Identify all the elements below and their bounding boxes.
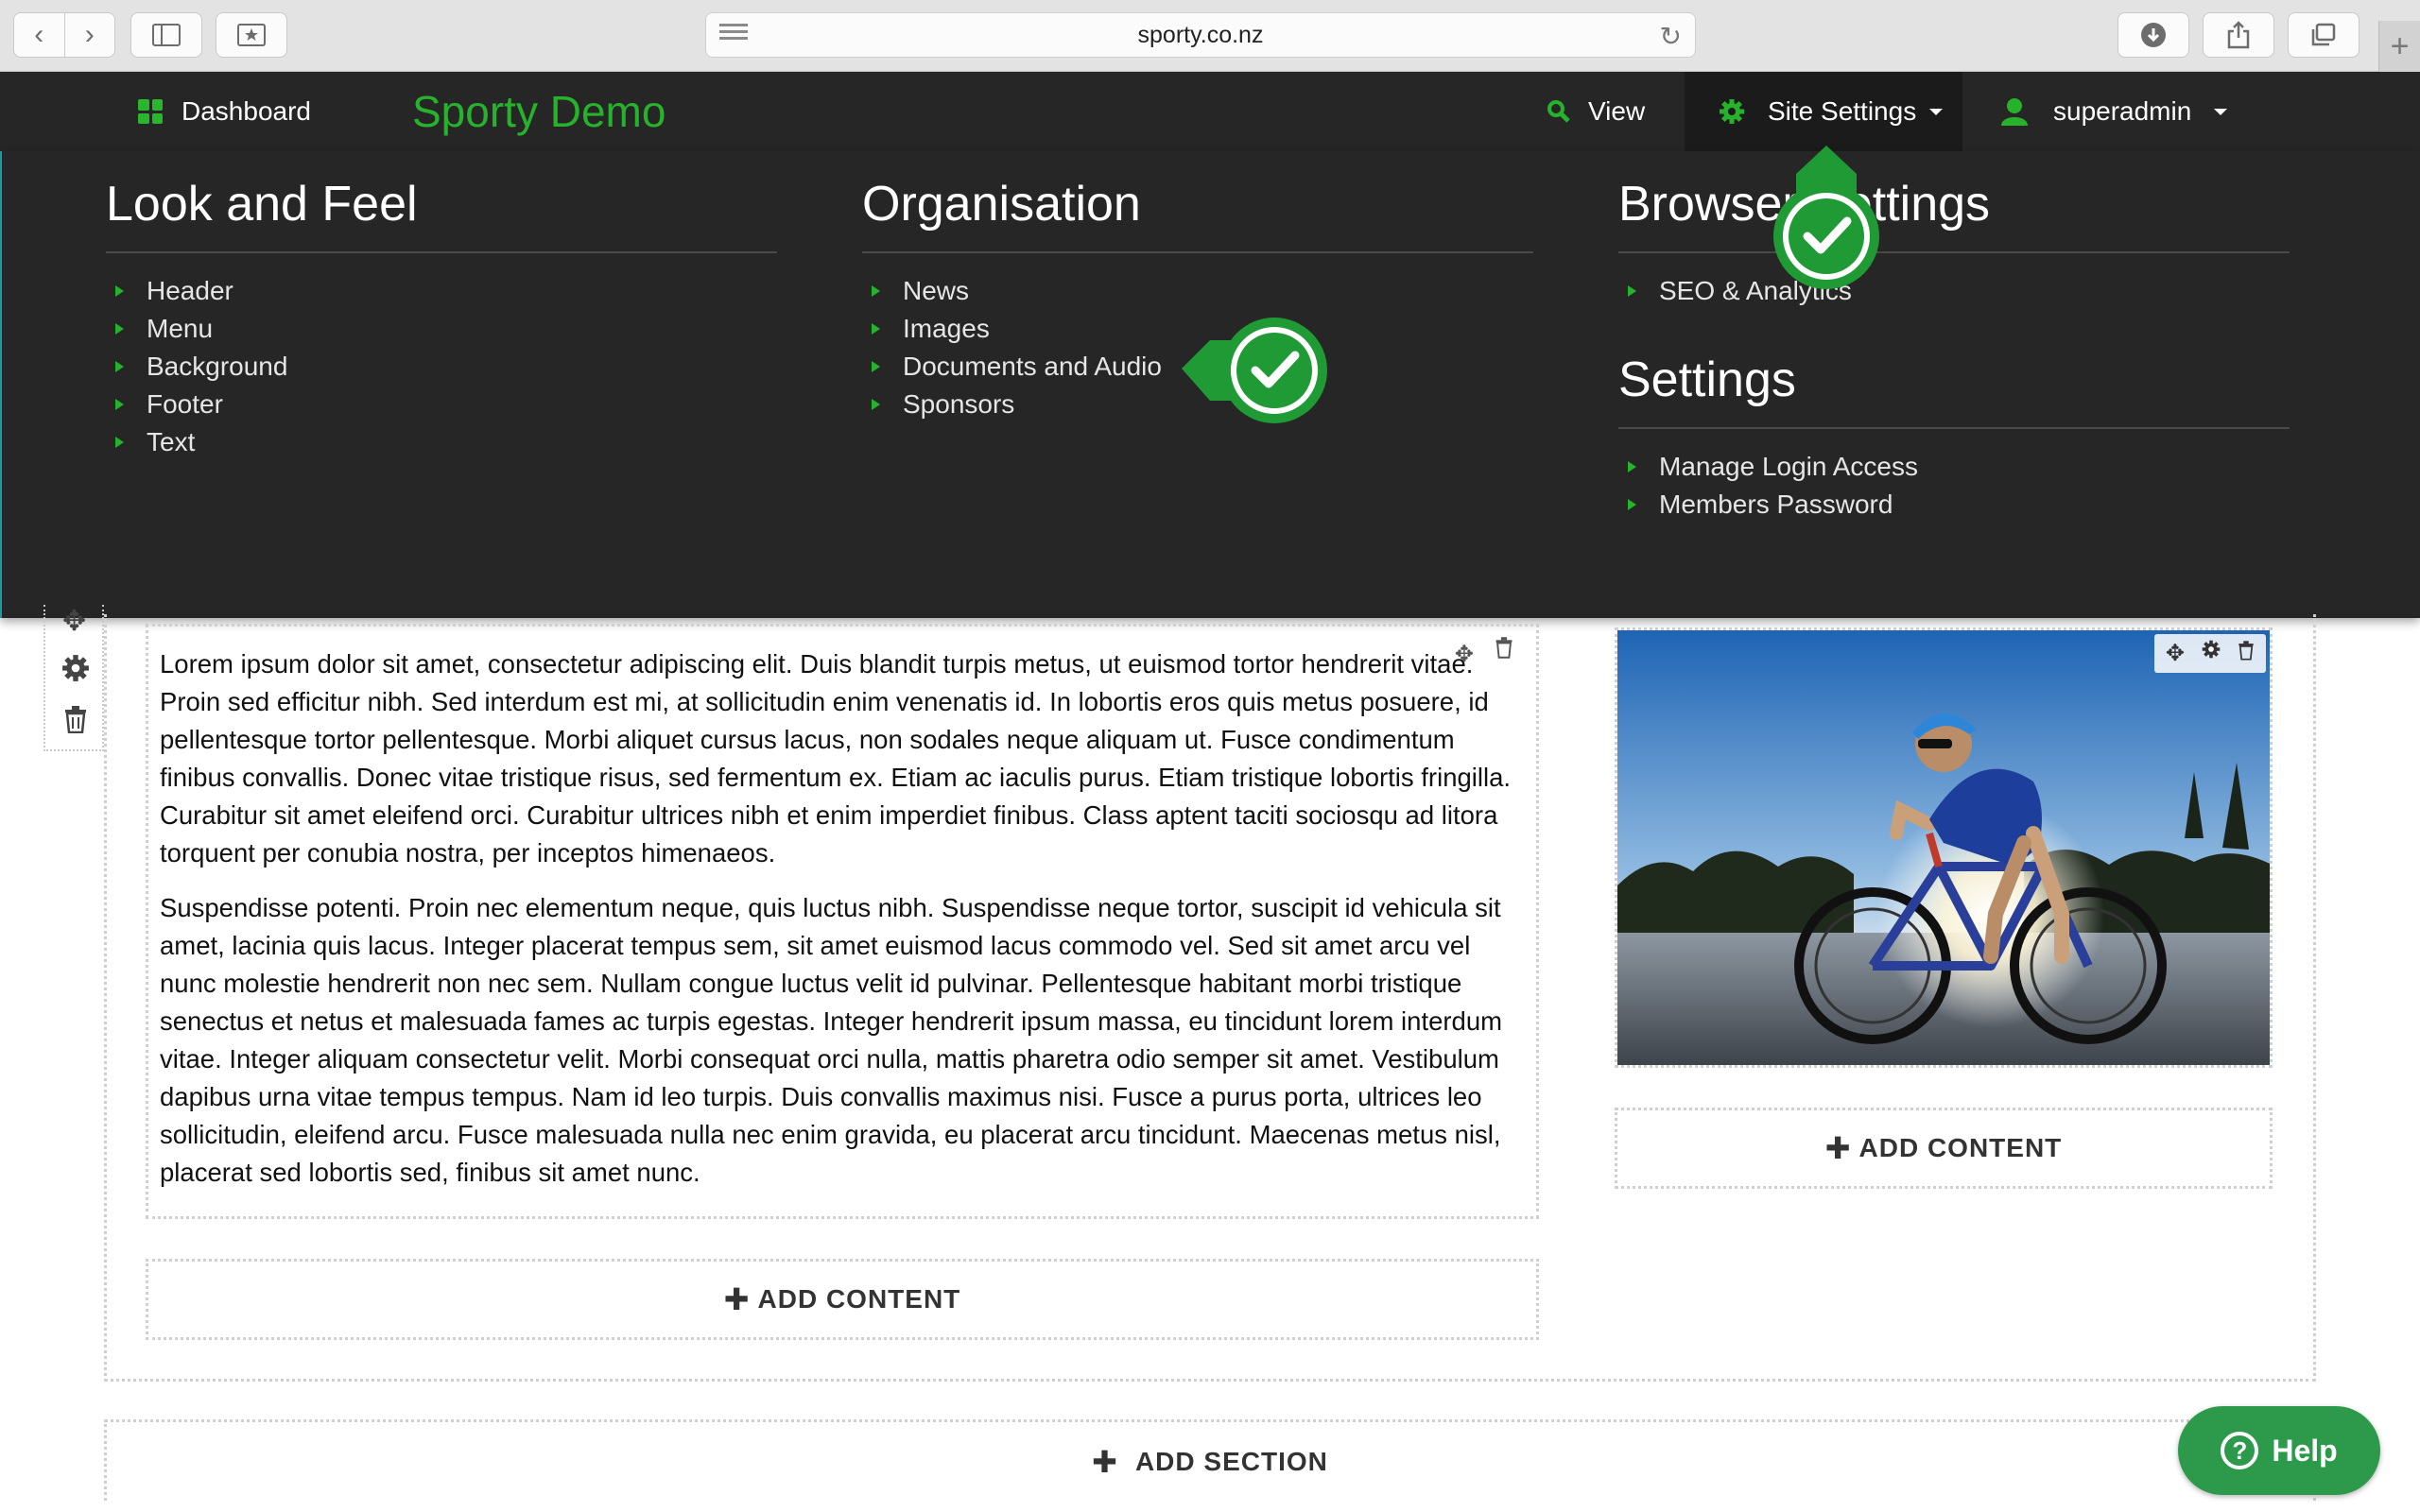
tabs-overview-button[interactable] bbox=[2288, 12, 2360, 58]
user-menu[interactable]: superadmin bbox=[2000, 72, 2228, 151]
search-icon bbox=[1547, 100, 1570, 123]
image-block-tools: ✥ bbox=[2153, 634, 2266, 673]
add-content-label: ADD CONTENT bbox=[757, 1284, 961, 1314]
help-button[interactable]: ? Help bbox=[2178, 1406, 2380, 1495]
dashboard-icon bbox=[138, 99, 163, 124]
sidebar-icon bbox=[152, 24, 181, 46]
menu-item-menu[interactable]: Menu bbox=[106, 310, 777, 348]
plus-icon: ✚ bbox=[1824, 1131, 1852, 1165]
menu-item-news[interactable]: News bbox=[862, 272, 1533, 310]
tabs-icon bbox=[2311, 23, 2336, 46]
menu-item-members-password[interactable]: Members Password bbox=[1618, 486, 2290, 524]
share-icon bbox=[2227, 21, 2250, 49]
user-label: superadmin bbox=[2053, 96, 2192, 126]
menu-item-footer[interactable]: Footer bbox=[106, 386, 777, 423]
menu-column-look-and-feel: Look and Feel Header Menu Background Foo… bbox=[106, 176, 777, 461]
add-content-button[interactable]: ✚ ADD CONTENT bbox=[1615, 1108, 2273, 1189]
add-section-label: ADD SECTION bbox=[1134, 1446, 1328, 1476]
question-icon: ? bbox=[2221, 1432, 2259, 1469]
check-callout-icon bbox=[1182, 318, 1327, 423]
menu-item-header[interactable]: Header bbox=[106, 272, 777, 310]
menu-column-browser-settings: Browser Settings SEO & Analytics Setting… bbox=[1618, 176, 2290, 524]
trash-icon[interactable] bbox=[1495, 636, 1513, 659]
block-tools: ✥ bbox=[1455, 636, 1513, 674]
address-bar[interactable]: sporty.co.nz ↻ bbox=[705, 12, 1696, 58]
text-content-block[interactable]: ✥ Lorem ipsum dolor sit amet, consectetu… bbox=[146, 624, 1539, 1219]
view-link[interactable]: View bbox=[1547, 72, 1664, 151]
plus-icon: ✚ bbox=[723, 1282, 751, 1316]
add-content-button[interactable]: ✚ ADD CONTENT bbox=[146, 1259, 1539, 1340]
new-tab-button[interactable]: + bbox=[2378, 21, 2420, 72]
section-tool-rail: ✥ bbox=[43, 605, 104, 751]
back-button[interactable]: ‹ bbox=[14, 13, 65, 57]
downloads-button[interactable] bbox=[2118, 12, 2189, 58]
menu-heading-browser-settings: Browser Settings bbox=[1618, 176, 2290, 253]
plus-icon: ✚ bbox=[1092, 1444, 1118, 1479]
chevron-down-icon bbox=[1929, 108, 1944, 115]
menu-heading-look-and-feel: Look and Feel bbox=[106, 176, 777, 253]
gear-icon[interactable] bbox=[61, 654, 90, 682]
add-section-button[interactable]: ✚ ADD SECTION bbox=[104, 1419, 2316, 1501]
browser-toolbar: ‹ › sporty.co.nz ↻ + bbox=[0, 0, 2420, 72]
dashboard-link[interactable]: Dashboard bbox=[138, 72, 311, 151]
bookmarks-button[interactable] bbox=[216, 12, 287, 58]
menu-heading-organisation: Organisation bbox=[862, 176, 1533, 253]
move-icon[interactable]: ✥ bbox=[1455, 636, 1474, 674]
view-label: View bbox=[1588, 96, 1646, 126]
body-paragraph: Lorem ipsum dolor sit amet, consectetur … bbox=[160, 649, 1512, 868]
dashboard-label: Dashboard bbox=[182, 96, 311, 126]
menu-item-seo-analytics[interactable]: SEO & Analytics bbox=[1618, 272, 2290, 310]
gear-icon bbox=[1720, 99, 1744, 124]
user-icon bbox=[2001, 98, 2028, 126]
reader-icon[interactable] bbox=[719, 24, 748, 46]
site-settings-menu[interactable]: Site Settings bbox=[1685, 72, 1962, 151]
menu-item-manage-login-access[interactable]: Manage Login Access bbox=[1618, 448, 2290, 486]
image-content-block[interactable]: ✥ bbox=[1615, 627, 2273, 1068]
forward-button[interactable]: › bbox=[65, 13, 115, 57]
menu-item-background[interactable]: Background bbox=[106, 348, 777, 386]
download-icon bbox=[2141, 23, 2166, 47]
sidebar-toggle-button[interactable] bbox=[130, 12, 202, 58]
help-label: Help bbox=[2272, 1433, 2338, 1468]
add-content-label: ADD CONTENT bbox=[1858, 1133, 2063, 1162]
cyclist-photo bbox=[1617, 630, 2270, 1065]
menu-item-text[interactable]: Text bbox=[106, 423, 777, 461]
trash-icon[interactable] bbox=[63, 705, 88, 733]
body-paragraph: Suspendisse potenti. Proin nec elementum… bbox=[160, 893, 1503, 1187]
site-brand[interactable]: Sporty Demo bbox=[412, 72, 666, 151]
reload-icon[interactable]: ↻ bbox=[1660, 21, 1682, 52]
move-icon[interactable]: ✥ bbox=[2166, 640, 2185, 667]
site-settings-label: Site Settings bbox=[1768, 96, 1917, 126]
share-button[interactable] bbox=[2203, 12, 2274, 58]
check-callout-icon bbox=[1773, 146, 1879, 289]
gear-icon[interactable] bbox=[2202, 640, 2221, 659]
menu-heading-settings: Settings bbox=[1618, 352, 2290, 429]
move-icon[interactable]: ✥ bbox=[62, 605, 86, 638]
url-text: sporty.co.nz bbox=[1137, 21, 1264, 48]
history-buttons: ‹ › bbox=[13, 12, 115, 58]
app-top-bar: Dashboard Sporty Demo View Site Settings… bbox=[0, 72, 2420, 151]
trash-icon[interactable] bbox=[2238, 640, 2255, 661]
chevron-down-icon bbox=[2214, 108, 2228, 115]
star-icon bbox=[237, 24, 266, 46]
